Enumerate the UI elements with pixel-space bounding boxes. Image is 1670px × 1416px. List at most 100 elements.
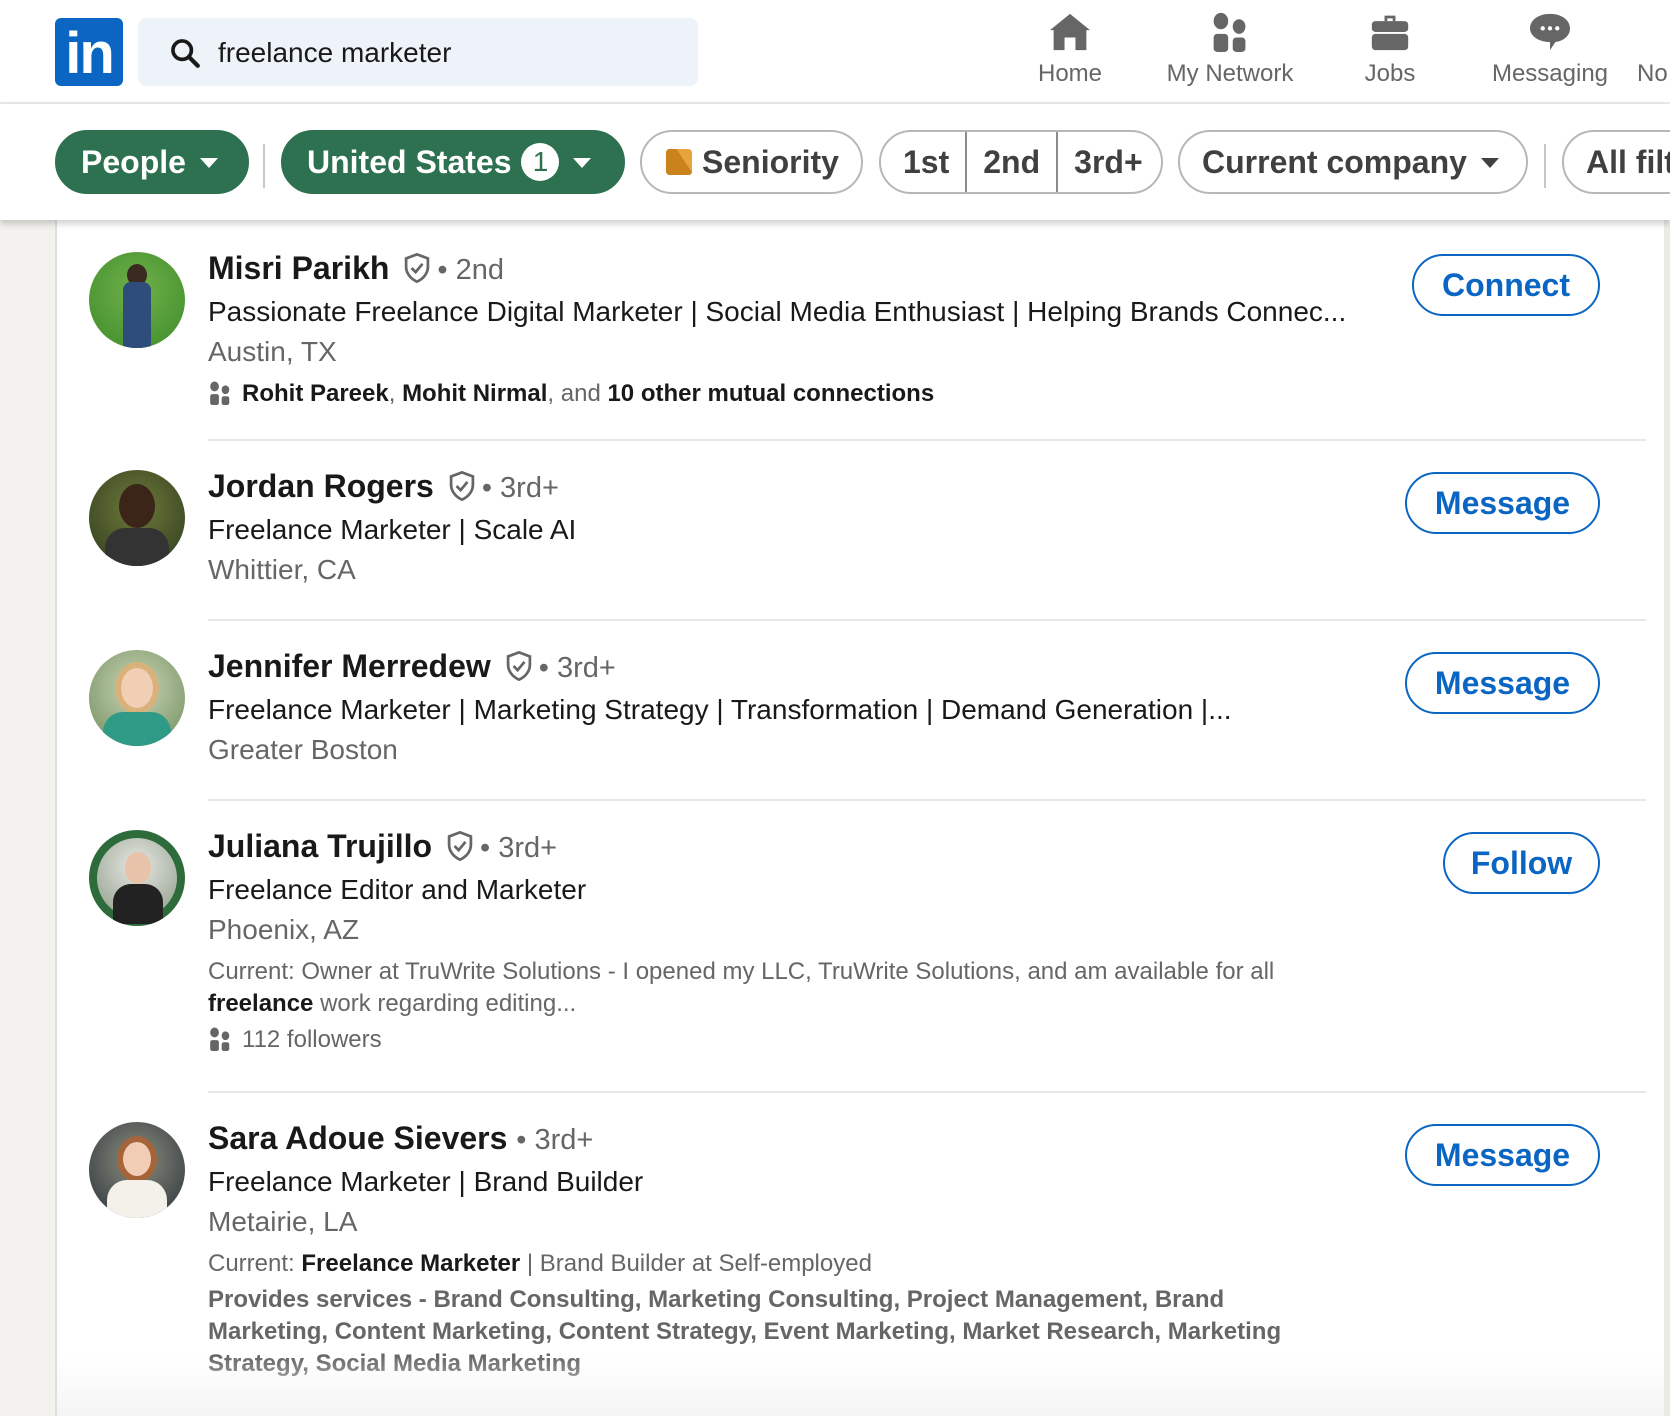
people-icon xyxy=(210,1027,230,1051)
follow-button[interactable]: Follow xyxy=(1443,832,1600,894)
scrollbar-track[interactable] xyxy=(1664,220,1670,1416)
filter-seniority[interactable]: Seniority xyxy=(640,130,863,194)
bottom-fade xyxy=(57,1356,1670,1416)
summary-text: work regarding editing... xyxy=(313,990,577,1017)
filter-current-company-label: Current company xyxy=(1202,144,1467,180)
mutual-connections[interactable]: Rohit Pareek, Mohit Nirmal, and 10 other… xyxy=(208,378,1388,410)
filter-degree-1st[interactable]: 1st xyxy=(887,132,968,192)
filter-location-label: United States xyxy=(307,144,512,180)
result-location: Metairie, LA xyxy=(208,1206,358,1237)
filter-current-company[interactable]: Current company xyxy=(1178,130,1528,194)
avatar[interactable] xyxy=(89,470,185,566)
nav-my-network[interactable]: My Network xyxy=(1155,12,1305,92)
filter-degree-3rd[interactable]: 3rd+ xyxy=(1058,132,1158,192)
current-highlight: Freelance Marketer xyxy=(301,1250,521,1277)
result-name[interactable]: Juliana Trujillo xyxy=(208,828,432,864)
nav-home-label: Home xyxy=(1037,60,1103,87)
result-item: Misri Parikh • 2nd Passionate Freelance D… xyxy=(57,220,1637,440)
summary-highlight: freelance xyxy=(208,990,314,1017)
result-headline: Freelance Marketer | Scale AI xyxy=(208,514,577,545)
avatar[interactable] xyxy=(89,252,185,348)
result-location: Whittier, CA xyxy=(208,554,356,585)
result-headline: Freelance Marketer | Marketing Strategy … xyxy=(208,694,1232,725)
result-headline: Freelance Marketer | Brand Builder xyxy=(208,1166,644,1197)
avatar[interactable]: #OPENTOWORK xyxy=(89,830,185,926)
filter-count-badge: 1 xyxy=(521,142,560,181)
result-name-row: Jordan Rogers • 3rd+ xyxy=(208,466,1388,508)
verified-shield-icon xyxy=(447,830,473,861)
filter-divider xyxy=(263,144,265,188)
caret-down-icon xyxy=(1480,157,1499,168)
result-item: #OPENTOWORK Juliana Trujillo • 3rd+ Freel… xyxy=(57,800,1637,1092)
mutual-name: Rohit Pareek xyxy=(242,380,389,407)
result-name-row: Sara Adoue Sievers • 3rd+ xyxy=(208,1118,1388,1160)
verified-shield-icon xyxy=(449,470,475,501)
connection-degree: • 3rd+ xyxy=(538,652,616,684)
mutual-separator: , xyxy=(388,380,403,407)
filter-all-filters-label: All filt xyxy=(1586,144,1670,180)
filter-people[interactable]: People xyxy=(55,130,249,194)
verified-shield-icon xyxy=(506,650,532,681)
connect-button[interactable]: Connect xyxy=(1412,254,1600,316)
home-icon xyxy=(1050,13,1090,51)
my-network-icon xyxy=(1213,12,1246,52)
message-button[interactable]: Message xyxy=(1405,1124,1600,1186)
filter-all-filters[interactable]: All filt xyxy=(1562,130,1670,194)
nav-home[interactable]: Home xyxy=(1030,12,1110,92)
result-name-row: Jennifer Merredew • 3rd+ xyxy=(208,646,1388,688)
result-location: Greater Boston xyxy=(208,734,398,765)
result-location: Austin, TX xyxy=(208,336,337,367)
avatar[interactable] xyxy=(89,1122,185,1218)
top-nav-bar: in freelance marketer Home My Network Jo… xyxy=(0,0,1670,104)
filter-degree-2nd[interactable]: 2nd xyxy=(967,132,1059,192)
result-summary: Current: Owner at TruWrite Solutions - I… xyxy=(208,956,1308,1020)
filter-location[interactable]: United States 1 xyxy=(281,130,625,194)
search-results-list: Misri Parikh • 2nd Passionate Freelance D… xyxy=(55,220,1670,1416)
connection-degree: • 3rd+ xyxy=(480,832,558,864)
nav-messaging-label: Messaging xyxy=(1491,60,1609,87)
search-filter-bar: People United States 1 Seniority 1st 2nd 3r… xyxy=(0,104,1670,220)
search-query[interactable]: freelance marketer xyxy=(218,36,451,70)
nav-notifications[interactable]: No xyxy=(1637,12,1670,92)
result-name[interactable]: Sara Adoue Sievers xyxy=(208,1120,507,1156)
nav-jobs[interactable]: Jobs xyxy=(1350,12,1430,92)
result-headline: Passionate Freelance Digital Marketer | … xyxy=(208,296,1347,327)
message-button[interactable]: Message xyxy=(1405,472,1600,534)
filter-people-label: People xyxy=(81,144,186,180)
people-icon xyxy=(210,381,230,405)
result-name[interactable]: Misri Parikh xyxy=(208,250,389,286)
nav-notifications-label: No xyxy=(1637,60,1668,87)
connection-degree: • 3rd+ xyxy=(481,472,559,504)
current-label: Current: xyxy=(208,1250,302,1277)
mutual-name: Mohit Nirmal xyxy=(402,380,548,407)
nav-messaging[interactable]: Messaging xyxy=(1490,12,1610,92)
connection-degree: • 2nd xyxy=(437,254,505,286)
result-name[interactable]: Jordan Rogers xyxy=(208,468,434,504)
mutual-separator: , and xyxy=(547,380,608,407)
filter-divider xyxy=(1544,144,1546,188)
verified-shield-icon xyxy=(405,252,430,283)
followers-text: 112 followers xyxy=(242,1026,382,1053)
result-location: Phoenix, AZ xyxy=(208,914,359,945)
followers-count: 112 followers xyxy=(208,1024,1388,1056)
result-name[interactable]: Jennifer Merredew xyxy=(208,648,491,684)
premium-icon xyxy=(666,148,692,175)
nav-jobs-label: Jobs xyxy=(1364,60,1416,87)
result-headline: Freelance Editor and Marketer xyxy=(208,874,587,905)
result-name-row: Juliana Trujillo • 3rd+ xyxy=(208,826,1388,868)
result-item: Jordan Rogers • 3rd+ Freelance Marketer |… xyxy=(57,440,1637,620)
linkedin-logo[interactable]: in xyxy=(55,18,123,86)
nav-my-network-label: My Network xyxy=(1166,60,1294,87)
avatar[interactable] xyxy=(89,650,185,746)
result-name-row: Misri Parikh • 2nd xyxy=(208,248,1388,290)
filter-seniority-label: Seniority xyxy=(702,144,839,180)
message-button[interactable]: Message xyxy=(1405,652,1600,714)
search-input[interactable]: freelance marketer xyxy=(138,18,698,86)
briefcase-icon xyxy=(1371,15,1409,51)
current-text: | Brand Builder at Self-employed xyxy=(520,1250,872,1277)
result-item: Jennifer Merredew • 3rd+ Freelance Market… xyxy=(57,620,1637,800)
search-icon xyxy=(171,39,200,68)
mutual-count: 10 other mutual connections xyxy=(607,380,935,407)
filter-connection-degree: 1st 2nd 3rd+ xyxy=(879,130,1163,194)
current-position: Current: Freelance Marketer | Brand Buil… xyxy=(208,1248,1388,1280)
